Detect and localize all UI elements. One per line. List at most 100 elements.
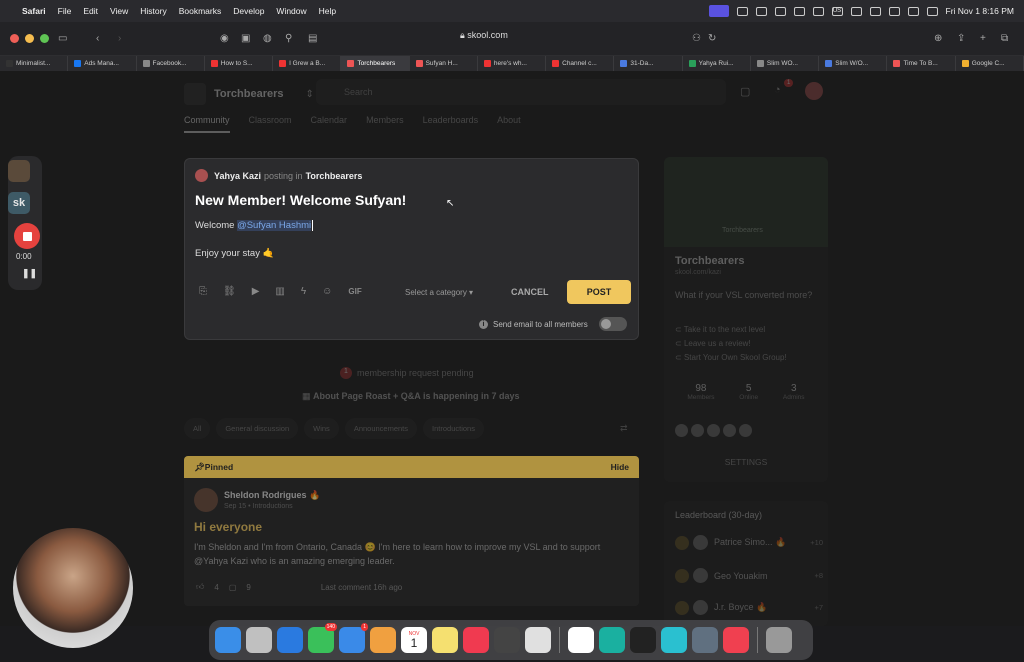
chat-icon[interactable]: ▢ [740, 85, 750, 98]
menu-help[interactable]: Help [319, 6, 336, 16]
post-title-input[interactable]: New Member! Welcome Sufyan! [195, 192, 406, 208]
tab-calendar[interactable]: Calendar [311, 115, 348, 133]
spotlight-search-icon[interactable] [907, 6, 919, 16]
notion-menubar-icon[interactable] [774, 6, 786, 16]
notes-icon[interactable] [432, 627, 458, 653]
extension-icon[interactable]: ⚲ [285, 33, 292, 44]
mention-chip[interactable]: @Sufyan Hashmi [237, 220, 312, 231]
tab-leaderboards[interactable]: Leaderboards [423, 115, 479, 133]
link-item[interactable]: ⊂ Leave us a review! [675, 337, 787, 351]
calendar-icon[interactable]: NOV 1 [401, 627, 427, 653]
browser-tab[interactable]: Slim W/O... [819, 56, 888, 71]
figma-icon[interactable] [630, 627, 656, 653]
webcam-overlay[interactable] [13, 528, 133, 648]
menubar-app-icon[interactable] [736, 6, 748, 16]
page-menu-icon[interactable]: ▤ [308, 33, 317, 44]
pause-icon[interactable]: ❚❚ [22, 268, 37, 279]
switcher-icon[interactable]: ⇕ [306, 89, 314, 100]
menubar-app-icon[interactable] [755, 6, 767, 16]
browser-tab[interactable]: I Grew a B... [273, 56, 342, 71]
cancel-button[interactable]: CANCEL [511, 287, 549, 297]
browser-tab[interactable]: Slim WO... [751, 56, 820, 71]
trash-icon[interactable] [766, 627, 792, 653]
menu-develop[interactable]: Develop [233, 6, 264, 16]
leaderboard-row[interactable]: Patrice Simo... 🔥 +10 [675, 535, 823, 550]
avatar[interactable] [194, 488, 218, 512]
community-name[interactable]: Torchbearers [214, 88, 284, 100]
search-input[interactable]: Search [316, 79, 726, 105]
post-body-line[interactable]: Enjoy your stay 🤙 [195, 248, 274, 259]
calculator-icon[interactable] [494, 627, 520, 653]
forward-icon[interactable]: › [118, 33, 121, 44]
address-bar[interactable]: 🔒︎ skool.com [460, 30, 508, 41]
post-body-input[interactable]: Welcome @Sufyan Hashmi [195, 220, 314, 231]
bluetooth-icon[interactable] [812, 6, 824, 16]
share-icon[interactable]: ⇪ [957, 33, 965, 44]
menu-file[interactable]: File [58, 6, 72, 16]
avatar[interactable] [739, 424, 752, 437]
browser-tab[interactable]: here's wh... [478, 56, 547, 71]
tab-community[interactable]: Community [184, 115, 230, 133]
tab-overview-icon[interactable]: ⧉ [1001, 33, 1008, 44]
email-toggle[interactable] [598, 317, 627, 331]
like-icon[interactable]: 👍︎ [196, 582, 204, 592]
close-window-button[interactable] [10, 34, 19, 43]
browser-tab[interactable]: Yahya Rui... [683, 56, 751, 71]
extension-icon[interactable]: ▣ [241, 33, 250, 44]
user-avatar[interactable] [805, 82, 823, 100]
filter-chip[interactable]: Wins [304, 418, 339, 439]
browser-tab[interactable]: Torchbearers [341, 56, 410, 71]
leaderboard-row[interactable]: Geo Youakim +8 [675, 568, 823, 583]
poll-icon[interactable]: ▥ [275, 286, 284, 297]
menu-history[interactable]: History [140, 6, 166, 16]
post-author[interactable]: Sheldon Rodrigues 🔥 [224, 490, 320, 501]
browser-tab[interactable]: Ads Mana... [68, 56, 137, 71]
minimize-window-button[interactable] [25, 34, 34, 43]
reload-icon[interactable]: ↻ [708, 33, 716, 44]
browser-tab[interactable]: Facebook... [137, 56, 205, 71]
brightness-icon[interactable] [793, 6, 805, 16]
event-banner[interactable]: ▦ About Page Roast + Q&A is happening in… [302, 391, 519, 402]
settings-button[interactable]: SETTINGS [664, 457, 828, 467]
avatar[interactable] [691, 424, 704, 437]
pending-requests[interactable]: 1 membership request pending [340, 367, 474, 379]
browser-tab[interactable]: Google C... [956, 56, 1024, 71]
notion-icon[interactable] [568, 627, 594, 653]
tab-members[interactable]: Members [366, 115, 404, 133]
attachment-icon[interactable]: ⎘ [199, 286, 207, 297]
input-source-icon[interactable]: US [831, 6, 843, 16]
display-icon[interactable] [850, 6, 862, 16]
filter-chip[interactable]: Announcements [344, 418, 418, 439]
post-button[interactable]: POST [567, 280, 631, 304]
tab-classroom[interactable]: Classroom [249, 115, 292, 133]
bell-icon[interactable]: ◔ [774, 84, 781, 96]
browser-tab[interactable]: Sufyan H... [410, 56, 478, 71]
menu-view[interactable]: View [110, 6, 128, 16]
avatar[interactable] [707, 424, 720, 437]
browser-tab[interactable]: How to S... [205, 56, 274, 71]
link-item[interactable]: ⊂ Take it to the next level [675, 323, 787, 337]
new-tab-icon[interactable]: + [980, 33, 986, 44]
video-icon[interactable]: ▶︎ [252, 286, 260, 297]
canva-icon[interactable] [661, 627, 687, 653]
news-icon[interactable] [723, 627, 749, 653]
emoji-icon[interactable]: ☺︎ [322, 286, 332, 297]
avatar[interactable] [723, 424, 736, 437]
photos-icon[interactable] [370, 627, 396, 653]
menubar-clock[interactable]: Fri Nov 1 8:16 PM [946, 6, 1015, 16]
link-icon[interactable]: ⛓︎ [223, 286, 236, 297]
safari-icon[interactable] [277, 627, 303, 653]
skool-app-icon[interactable]: sk [8, 192, 30, 214]
filter-chip[interactable]: General discussion [216, 418, 299, 439]
wifi-icon[interactable] [888, 6, 900, 16]
filter-settings-icon[interactable]: ⇄ [620, 423, 628, 434]
leaderboard-row[interactable]: J.r. Boyce 🔥 +7 [675, 600, 823, 615]
hide-pinned-button[interactable]: Hide [611, 462, 629, 472]
finder-icon[interactable] [215, 627, 241, 653]
messages-icon[interactable]: 140 [308, 623, 337, 653]
category-select[interactable]: Select a category ▾ [405, 288, 473, 297]
browser-tab[interactable]: Time To B... [887, 56, 956, 71]
extension-icon[interactable]: ◉ [220, 33, 229, 44]
menu-edit[interactable]: Edit [83, 6, 98, 16]
filter-chip[interactable]: Introductions [423, 418, 484, 439]
